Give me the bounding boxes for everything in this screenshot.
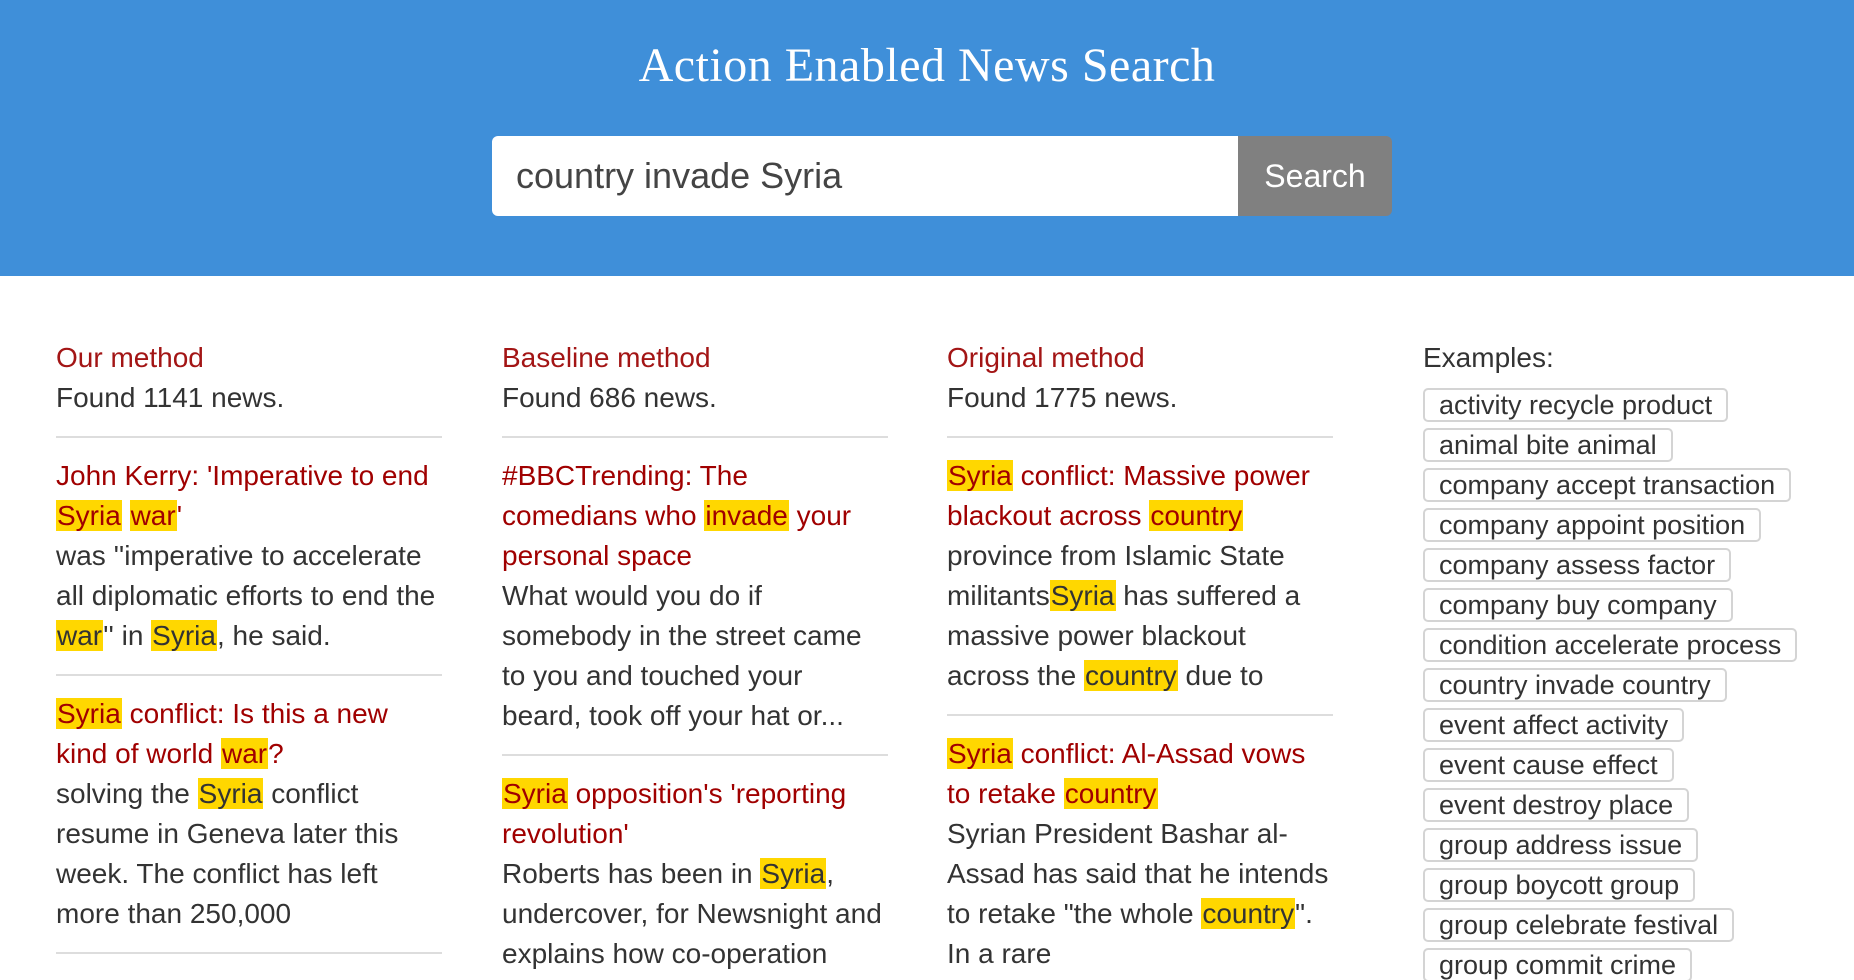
article-list: Syria conflict: Massive power blackout a… [947, 436, 1333, 980]
example-query-chip[interactable]: group commit crime [1423, 948, 1693, 980]
news-article: Syria conflict: Al-Assad vows to retake … [947, 734, 1333, 974]
example-chip-list: activity recycle product animal bite anim… [1423, 388, 1843, 980]
text-segment: was ''imperative to accelerate all diplo… [56, 540, 436, 611]
article-title-link[interactable]: John Kerry: 'Imperative to end Syria war… [56, 456, 442, 536]
example-query-chip[interactable]: condition accelerate process [1423, 628, 1798, 662]
method-title: Original method [947, 342, 1145, 373]
text-segment: due to [1177, 660, 1264, 691]
text-segment [122, 500, 130, 531]
article-snippet: Roberts has been in Syria, undercover, f… [502, 854, 888, 974]
keyword-highlight: Syria [1049, 580, 1116, 611]
text-segment: What would you do if somebody in the str… [502, 580, 862, 731]
example-query-chip[interactable]: company accept transaction [1423, 468, 1792, 502]
article-snippet: province from Islamic State militantsSyr… [947, 536, 1333, 696]
keyword-highlight: Syria [56, 698, 122, 729]
example-query-chip[interactable]: animal bite animal [1423, 428, 1673, 462]
news-article: Syria conflict: Is this a new kind of wo… [56, 694, 442, 934]
keyword-highlight: country [1083, 660, 1178, 691]
keyword-highlight: invade [704, 500, 789, 531]
example-query-chip[interactable]: group boycott group [1423, 868, 1696, 902]
article-snippet: Syrian President Bashar al-Assad has sai… [947, 814, 1333, 974]
article-list: #BBCTrending: The comedians who invade y… [502, 436, 888, 980]
text-segment: '' in [103, 620, 152, 651]
results-area: Our method Found 1141 news. John Kerry: … [0, 276, 1854, 980]
method-title: Baseline method [502, 342, 711, 373]
news-article: Syria opposition's 'reporting revolution… [502, 774, 888, 974]
example-query-chip[interactable]: country invade country [1423, 668, 1727, 702]
example-query-chip[interactable]: group celebrate festival [1423, 908, 1735, 942]
article-title-link[interactable]: Syria conflict: Al-Assad vows to retake … [947, 734, 1333, 814]
keyword-highlight: country [1201, 898, 1296, 929]
text-segment: ? [268, 738, 284, 769]
divider [56, 436, 442, 438]
keyword-highlight: Syria [56, 500, 122, 531]
examples-label: Examples: [1423, 342, 1554, 373]
example-query-chip[interactable]: company assess factor [1423, 548, 1732, 582]
method-title: Our method [56, 342, 204, 373]
example-query-chip[interactable]: group address issue [1423, 828, 1699, 862]
keyword-highlight: country [1149, 500, 1244, 531]
article-snippet: was ''imperative to accelerate all diplo… [56, 536, 442, 656]
divider [947, 714, 1333, 716]
results-column-our-method: Our method Found 1141 news. John Kerry: … [56, 338, 442, 972]
example-query-chip[interactable]: event cause effect [1423, 748, 1674, 782]
keyword-highlight: Syria [502, 778, 568, 809]
text-segment: solving the [56, 778, 198, 809]
example-query-chip[interactable]: company appoint position [1423, 508, 1762, 542]
results-column-original-method: Original method Found 1775 news. Syria c… [947, 338, 1333, 980]
divider [502, 436, 888, 438]
article-title-link[interactable]: #BBCTrending: The comedians who invade y… [502, 456, 888, 576]
example-query-chip[interactable]: company buy company [1423, 588, 1733, 622]
keyword-highlight: Syria [947, 460, 1013, 491]
text-segment: ' [176, 500, 183, 531]
article-title-link[interactable]: Syria opposition's 'reporting revolution… [502, 774, 888, 854]
keyword-highlight: war [220, 738, 269, 769]
result-count: Found 1141 news. [56, 382, 285, 413]
news-article: #BBCTrending: The comedians who invade y… [502, 456, 888, 736]
keyword-highlight: war [56, 620, 104, 651]
header: Action Enabled News Search Search [0, 0, 1854, 276]
example-query-chip[interactable]: event destroy place [1423, 788, 1690, 822]
examples-panel: Examples: activity recycle product animal… [1423, 338, 1843, 980]
article-snippet: solving the Syria conflict resume in Gen… [56, 774, 442, 934]
keyword-highlight: Syria [760, 858, 827, 889]
text-segment: John Kerry: 'Imperative to end [56, 460, 429, 491]
article-title-link[interactable]: Syria conflict: Is this a new kind of wo… [56, 694, 442, 774]
text-segment: , he said. [216, 620, 331, 651]
news-article: John Kerry: 'Imperative to end Syria war… [56, 456, 442, 656]
search-input[interactable] [492, 136, 1238, 216]
page-title: Action Enabled News Search [638, 39, 1216, 92]
article-title-link[interactable]: Syria conflict: Massive power blackout a… [947, 456, 1333, 536]
divider [56, 952, 442, 954]
divider [56, 674, 442, 676]
article-list: John Kerry: 'Imperative to end Syria war… [56, 436, 442, 954]
article-snippet: What would you do if somebody in the str… [502, 576, 888, 736]
keyword-highlight: Syria [197, 778, 264, 809]
keyword-highlight: country [1063, 778, 1158, 809]
keyword-highlight: war [129, 500, 177, 531]
news-article: Syria conflict: Massive power blackout a… [947, 456, 1333, 696]
result-count: Found 1775 news. [947, 382, 1178, 413]
divider [502, 754, 888, 756]
example-query-chip[interactable]: event affect activity [1423, 708, 1685, 742]
keyword-highlight: Syria [947, 738, 1013, 769]
example-query-chip[interactable]: activity recycle product [1423, 388, 1729, 422]
results-column-baseline-method: Baseline method Found 686 news. #BBCTren… [502, 338, 888, 980]
keyword-highlight: Syria [151, 620, 217, 651]
text-segment: Roberts has been in [502, 858, 761, 889]
divider [947, 436, 1333, 438]
result-count: Found 686 news. [502, 382, 717, 413]
search-button[interactable]: Search [1238, 136, 1392, 216]
search-bar: Search [492, 136, 1392, 216]
